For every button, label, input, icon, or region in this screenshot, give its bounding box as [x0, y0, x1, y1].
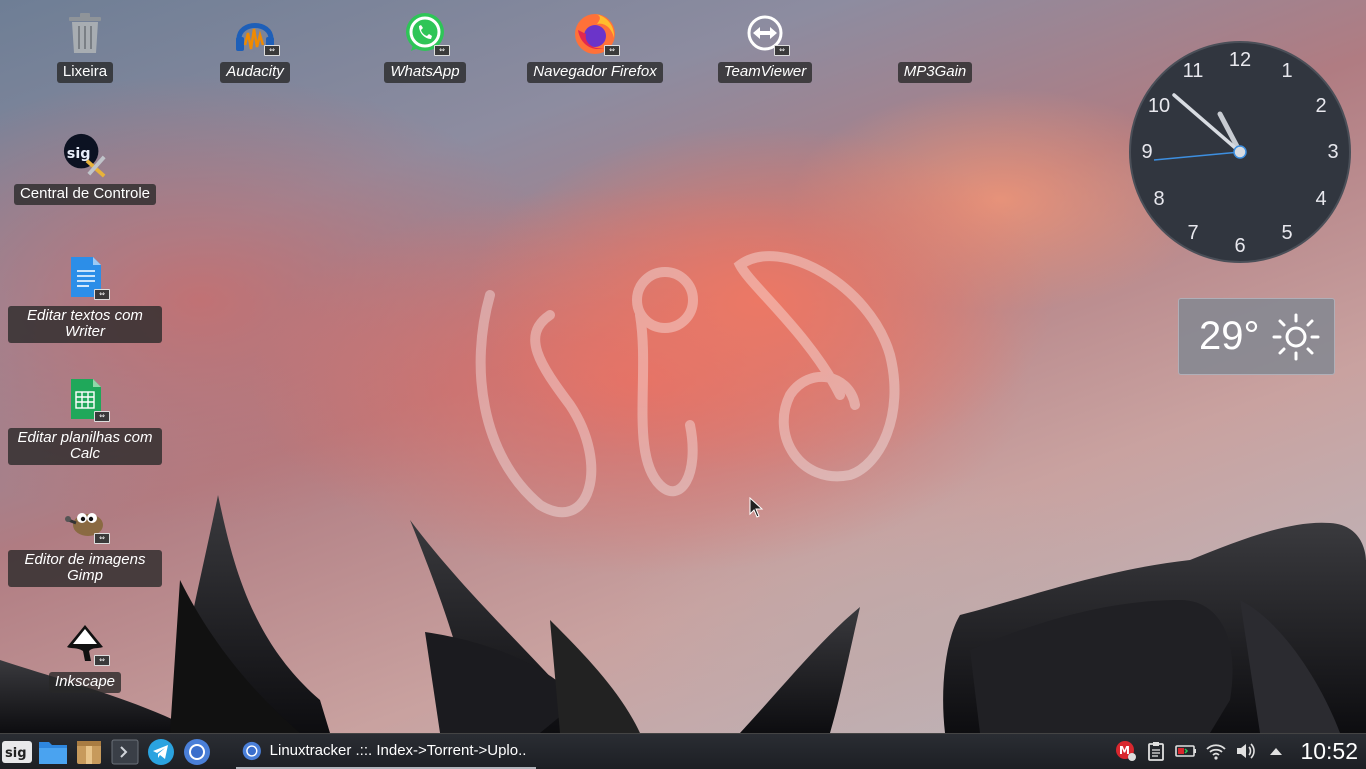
- application-menu-button[interactable]: sig: [0, 735, 34, 769]
- battery-icon: [1175, 745, 1197, 757]
- desktop-icon-teamviewer[interactable]: ⇔ TeamViewer: [680, 10, 850, 83]
- clock-number: 10: [1147, 95, 1171, 117]
- file-manager-icon: [39, 741, 67, 764]
- desktop-icon-gimp[interactable]: ⇔ Editor de imagens Gimp: [0, 498, 170, 587]
- battery-tray-item[interactable]: [1172, 737, 1200, 765]
- desktop-icon-label: Lixeira: [56, 62, 114, 83]
- telegram-icon: [148, 738, 174, 765]
- desktop-icon-label: Editar textos com Writer: [8, 306, 162, 343]
- desktop-icon-calc[interactable]: ⇔ Editar planilhas com Calc: [0, 376, 170, 465]
- link-badge-icon: ⇔: [434, 45, 450, 56]
- link-badge-icon: ⇔: [94, 533, 110, 544]
- clock-number: 2: [1315, 95, 1327, 117]
- link-badge-icon: ⇔: [94, 411, 110, 422]
- trash-icon: [69, 13, 101, 53]
- clock-number: 12: [1228, 49, 1252, 71]
- clock-number: 3: [1327, 141, 1339, 163]
- wifi-icon: [1206, 744, 1227, 760]
- volume-tray-item[interactable]: [1232, 737, 1260, 765]
- taskbar-task-chromium[interactable]: Linuxtracker .::. Index->Torrent->Uplo..…: [236, 735, 536, 769]
- sig-menu-icon: sig: [2, 740, 32, 763]
- mega-tray-item[interactable]: M: [1112, 737, 1140, 765]
- expand-tray-button[interactable]: [1262, 737, 1290, 765]
- clipboard-icon: [1148, 742, 1165, 761]
- clock-number: 5: [1281, 222, 1293, 244]
- clock-widget[interactable]: 12 1 2 3 4 5 6 7 8 9 10 11: [1128, 40, 1352, 264]
- desktop-icon-label: Editar planilhas com Calc: [8, 428, 162, 465]
- clock-number: 4: [1315, 188, 1327, 210]
- wifi-tray-item[interactable]: [1202, 737, 1230, 765]
- svg-text:sig: sig: [67, 146, 91, 162]
- task-title: Linuxtracker .::. Index->Torrent->Uplo..…: [269, 742, 526, 759]
- desktop-icon-audacity[interactable]: ⇔ Audacity: [170, 10, 340, 83]
- svg-text:sig: sig: [5, 746, 27, 761]
- clipboard-tray-item[interactable]: [1142, 737, 1170, 765]
- telegram-launcher[interactable]: [144, 735, 178, 769]
- desktop-icon-writer[interactable]: ⇔ Editar textos com Writer: [0, 254, 170, 343]
- desktop-icon-mp3gain[interactable]: MP3Gain: [850, 10, 1020, 83]
- volume-icon: [1237, 743, 1256, 759]
- temperature: 29°: [1199, 314, 1260, 358]
- clock-number: 8: [1153, 188, 1165, 210]
- terminal-launcher[interactable]: [108, 735, 142, 769]
- taskbar-clock[interactable]: 10:52: [1300, 738, 1358, 765]
- terminal-icon: [111, 739, 139, 764]
- clock-number: 6: [1234, 235, 1246, 257]
- archive-icon: [77, 740, 101, 764]
- chromium-icon: [242, 741, 261, 760]
- desktop-icon-label: Editor de imagens Gimp: [8, 550, 162, 587]
- sun-icon: [1272, 313, 1320, 360]
- expand-tray-icon: [1270, 748, 1283, 755]
- control-center-icon: sig: [63, 133, 106, 178]
- mouse-cursor-icon: [749, 497, 764, 518]
- link-badge-icon: ⇔: [264, 45, 280, 56]
- link-badge-icon: ⇔: [94, 289, 110, 300]
- mp3gain-icon: [912, 10, 958, 56]
- desktop: Lixeira ⇔ Audacity ⇔ WhatsApp ⇔ Navegado…: [0, 0, 1366, 733]
- desktop-icon-label: Central de Controle: [13, 184, 157, 205]
- desktop-icon-firefox[interactable]: ⇔ Navegador Firefox: [510, 10, 680, 83]
- desktop-icon-label: WhatsApp: [384, 62, 466, 83]
- file-manager-launcher[interactable]: [36, 735, 70, 769]
- mega-icon: M: [1116, 741, 1137, 761]
- clock-number: 1: [1281, 60, 1293, 82]
- desktop-icon-label: TeamViewer: [717, 62, 813, 83]
- clock-number: 7: [1187, 222, 1199, 244]
- desktop-icon-inkscape[interactable]: ⇔ Inkscape: [0, 620, 170, 693]
- chromium-launcher[interactable]: [180, 735, 214, 769]
- desktop-icon-label: Inkscape: [48, 672, 122, 693]
- desktop-icon-whatsapp[interactable]: ⇔ WhatsApp: [340, 10, 510, 83]
- desktop-icon-trash[interactable]: Lixeira: [0, 10, 170, 83]
- chromium-icon: [184, 738, 210, 765]
- link-badge-icon: ⇔: [774, 45, 790, 56]
- clock-number: 9: [1141, 141, 1153, 163]
- desktop-icon-control-center[interactable]: sig Central de Controle: [0, 132, 170, 205]
- desktop-icon-label: Navegador Firefox: [527, 62, 663, 83]
- system-tray: M 10:52: [1110, 734, 1366, 768]
- clock-number: 11: [1182, 60, 1204, 82]
- archive-launcher[interactable]: [72, 735, 106, 769]
- link-badge-icon: ⇔: [94, 655, 110, 666]
- svg-text:M: M: [1119, 744, 1130, 757]
- weather-widget[interactable]: 29°: [1178, 298, 1335, 375]
- link-badge-icon: ⇔: [604, 45, 620, 56]
- desktop-icon-label: MP3Gain: [897, 62, 973, 83]
- taskbar: sig Linuxtracker .::. Index->Torrent->Up…: [0, 733, 1366, 769]
- desktop-icon-label: Audacity: [220, 62, 290, 83]
